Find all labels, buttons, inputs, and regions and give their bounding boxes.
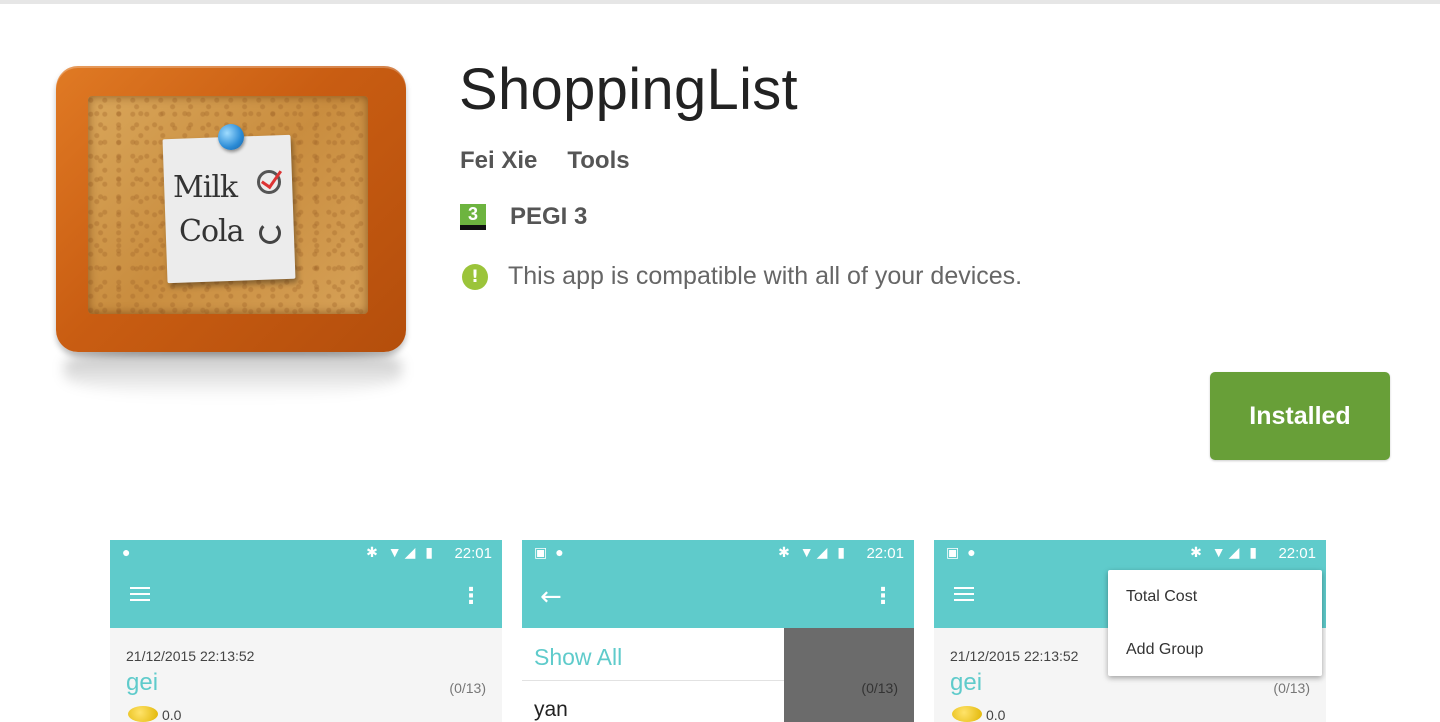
compatibility-row: ! This app is compatible with all of you…	[462, 262, 1022, 291]
notification-icons: ●	[122, 544, 139, 560]
hamburger-menu-icon	[130, 587, 150, 607]
menu-item-add-group: Add Group	[1126, 641, 1204, 658]
overflow-menu-icon: ⋮	[460, 584, 482, 609]
status-time: 22:01	[454, 545, 492, 562]
list-cost: 0.0	[986, 707, 1006, 722]
notification-icons: ▣●	[534, 544, 572, 560]
pegi-rating-icon: 3	[460, 204, 486, 230]
drawer-divider	[522, 680, 784, 681]
checkmark-icon	[257, 170, 281, 194]
hamburger-menu-icon	[954, 587, 974, 607]
list-cost: 0.0	[162, 707, 182, 722]
installed-button[interactable]: Installed	[1210, 372, 1390, 460]
pegi-rating-label: PEGI 3	[510, 203, 588, 230]
status-bar: ▣● ✱ ▼◢ ▮ 22:01	[522, 540, 914, 568]
menu-item-total-cost: Total Cost	[1126, 588, 1198, 605]
list-date: 21/12/2015 22:13:52	[126, 648, 255, 664]
list-date: 21/12/2015 22:13:52	[950, 648, 1079, 664]
status-icons: ✱ ▼◢ ▮	[778, 544, 848, 560]
back-arrow-icon: ←	[540, 582, 562, 612]
overflow-popup-menu: Total Cost Add Group	[1108, 570, 1322, 676]
drawer-item-show-all: Show All	[534, 644, 623, 670]
notification-icons: ▣●	[946, 544, 984, 560]
list-name: gei	[950, 669, 983, 696]
list-count: (0/13)	[449, 680, 486, 696]
app-meta: Fei Xie Tools	[460, 147, 630, 175]
drawer-scrim	[784, 628, 914, 722]
toolbar: ← ⋮	[522, 568, 914, 628]
status-bar: ▣● ✱ ▼◢ ▮ 22:01	[934, 540, 1326, 568]
overflow-menu-icon: ⋮	[872, 584, 894, 609]
status-icons: ✱ ▼◢ ▮	[366, 544, 436, 560]
screenshot-3[interactable]: ▣● ✱ ▼◢ ▮ 22:01 21/12/2015 22:13:52 gei …	[934, 540, 1326, 722]
developer-link[interactable]: Fei Xie	[460, 147, 537, 175]
icon-note-line2: Cola	[179, 214, 244, 249]
status-icons: ✱ ▼◢ ▮	[1190, 544, 1260, 560]
content-rating: 3 PEGI 3	[460, 203, 587, 231]
coin-icon	[128, 706, 158, 722]
pin-icon	[218, 124, 244, 150]
status-time: 22:01	[866, 545, 904, 562]
circle-icon	[259, 222, 281, 244]
screenshot-2[interactable]: ▣● ✱ ▼◢ ▮ 22:01 ← ⋮ Show All yan (0/13)	[522, 540, 914, 722]
status-bar: ● ✱ ▼◢ ▮ 22:01	[110, 540, 502, 568]
screenshot-1[interactable]: ● ✱ ▼◢ ▮ 22:01 ⋮ 21/12/2015 22:13:52 gei…	[110, 540, 502, 722]
icon-note-line1: Milk	[173, 170, 238, 205]
app-icon: Milk Cola	[52, 62, 410, 400]
icon-note	[162, 134, 296, 284]
compatibility-text: This app is compatible with all of your …	[508, 262, 1023, 290]
top-border	[0, 0, 1440, 4]
app-title: ShoppingList	[459, 57, 798, 122]
toolbar: ⋮	[110, 568, 502, 628]
status-time: 22:01	[1278, 545, 1316, 562]
list-name: gei	[126, 669, 159, 696]
info-icon: !	[462, 263, 488, 290]
category-link[interactable]: Tools	[567, 147, 629, 175]
coin-icon	[952, 706, 982, 722]
list-count: (0/13)	[1273, 680, 1310, 696]
list-count: (0/13)	[861, 680, 898, 696]
drawer-item: yan	[534, 698, 568, 721]
